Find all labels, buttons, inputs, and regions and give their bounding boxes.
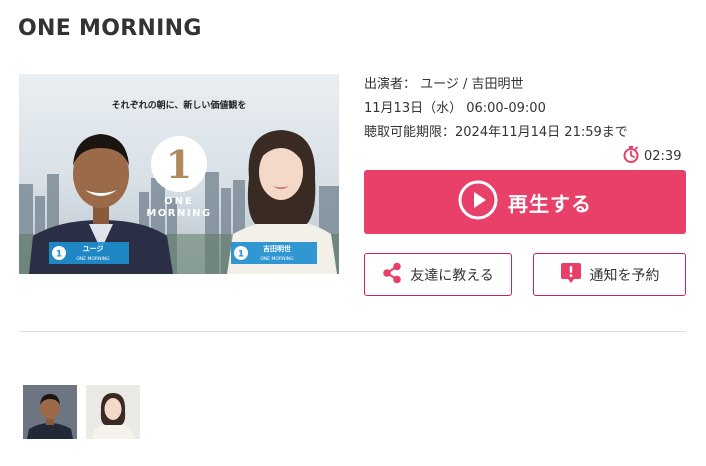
program-thumbnail: それぞれの朝に、新しい価値観を 1 ONE MORNING 1 ユージ ONE … (19, 74, 339, 274)
svg-text:ユージ: ユージ (83, 245, 104, 253)
svg-text:ONE MORNING: ONE MORNING (76, 256, 110, 262)
stopwatch-icon (622, 145, 640, 167)
cast-avatar-2[interactable] (86, 385, 140, 439)
share-button[interactable]: 友達に教える (364, 253, 512, 296)
notify-button-label: 通知を予約 (589, 267, 660, 284)
deadline-text: 聴取可能期限：2024年11月14日 21:59まで (364, 125, 628, 140)
svg-text:ONE MORNING: ONE MORNING (260, 256, 294, 262)
svg-text:1: 1 (166, 142, 192, 187)
airtime-text: 11月13日（水） 06:00-09:00 (364, 101, 546, 116)
notification-icon (560, 261, 582, 289)
host2-badge: 1 吉田明世 ONE MORNING (231, 242, 317, 264)
section-divider (19, 331, 686, 332)
svg-text:吉田明世: 吉田明世 (263, 244, 291, 253)
play-icon (458, 180, 498, 224)
notify-button[interactable]: 通知を予約 (533, 253, 686, 296)
share-icon (382, 262, 402, 288)
host1-badge: 1 ユージ ONE MORNING (49, 242, 129, 264)
svg-text:1: 1 (238, 250, 244, 260)
play-button[interactable]: 再生する (364, 170, 686, 234)
program-info: 出演者： ユージ / 吉田明世 11月13日（水） 06:00-09:00 聴取… (364, 73, 686, 145)
performers-text: 出演者： ユージ / 吉田明世 (364, 77, 524, 92)
remaining-time: 02:39 (622, 145, 681, 167)
page-title: ONE MORNING (18, 16, 202, 41)
cast-avatar-1[interactable] (23, 385, 77, 439)
svg-text:1: 1 (56, 250, 62, 260)
remaining-time-value: 02:39 (644, 148, 682, 164)
svg-text:ONE: ONE (164, 196, 194, 207)
svg-text:MORNING: MORNING (146, 208, 211, 219)
play-button-label: 再生する (508, 191, 592, 216)
thumbnail-tagline: それぞれの朝に、新しい価値観を (112, 99, 247, 111)
share-button-label: 友達に教える (410, 267, 494, 284)
